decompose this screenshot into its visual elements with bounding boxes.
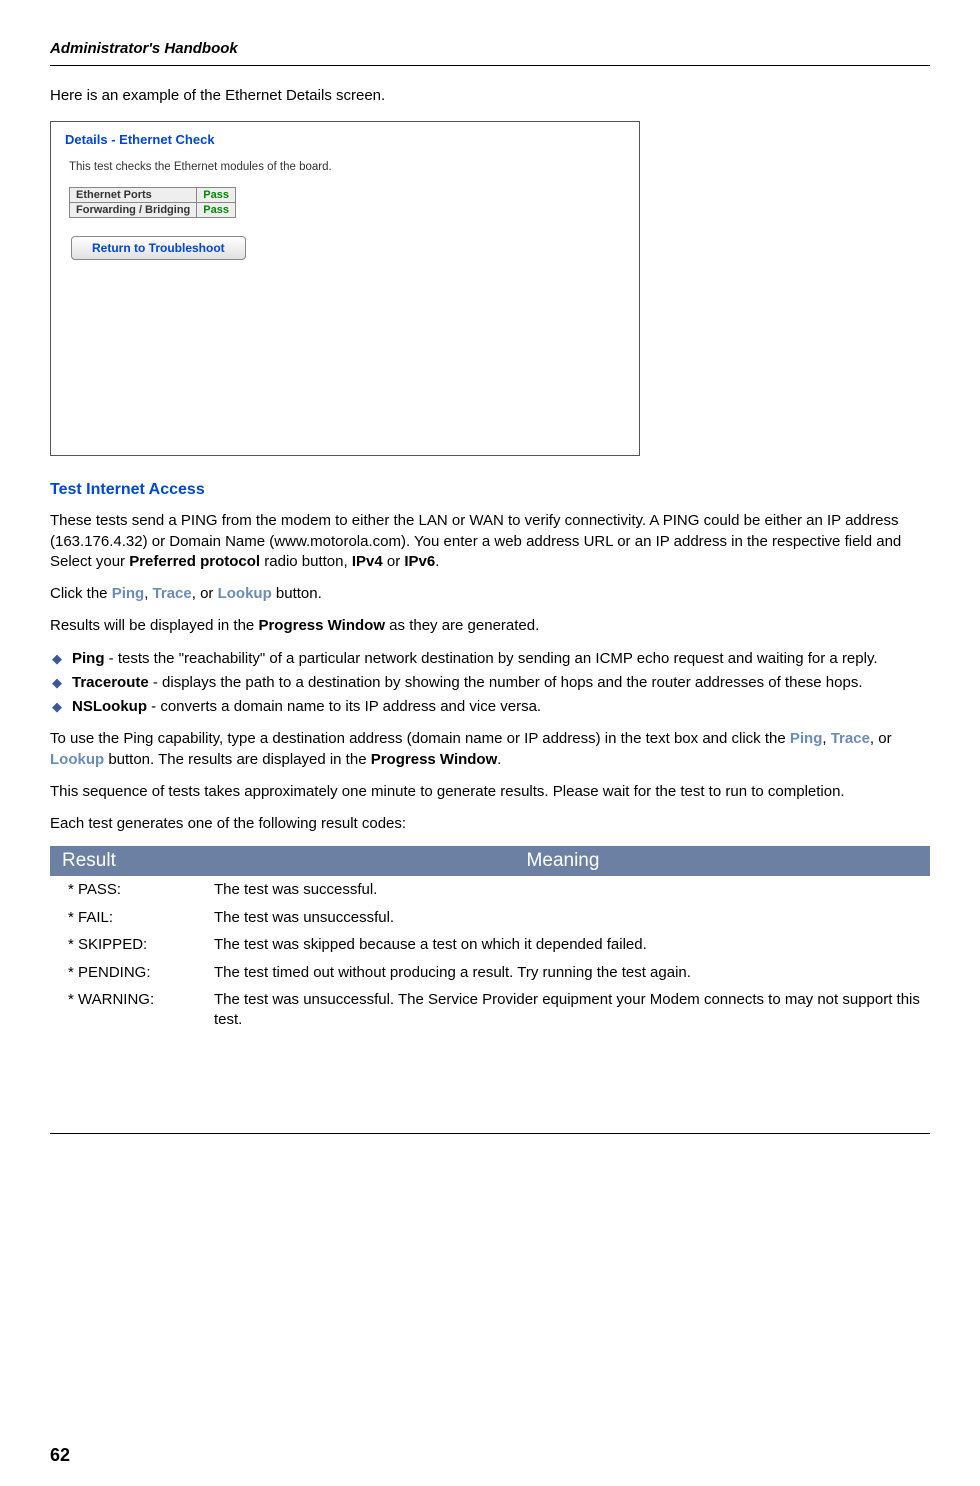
body-paragraph: To use the Ping capability, type a desti… — [50, 729, 930, 770]
trace-label: Trace — [831, 730, 870, 747]
bullet-term: NSLookup — [72, 698, 147, 715]
text: , — [144, 585, 152, 602]
table-row: * WARNING:The test was unsuccessful. The… — [50, 986, 930, 1033]
text: radio button, — [260, 553, 352, 570]
bullet-text: - tests the "reachability" of a particul… — [105, 650, 878, 667]
cell-value: Pass — [197, 203, 236, 218]
footer-rule — [50, 1133, 930, 1134]
body-paragraph: Click the Ping, Trace, or Lookup button. — [50, 584, 930, 604]
col-header-result: Result — [50, 846, 196, 876]
cell-label: Forwarding / Bridging — [70, 203, 197, 218]
page-number: 62 — [50, 1445, 70, 1466]
body-paragraph: Each test generates one of the following… — [50, 814, 930, 834]
result-code: * PENDING: — [50, 959, 196, 987]
ethernet-details-screenshot: Details - Ethernet Check This test check… — [50, 121, 640, 456]
text: To use the Ping capability, type a desti… — [50, 730, 790, 747]
table-row: * SKIPPED:The test was skipped because a… — [50, 931, 930, 959]
text-bold: IPv6 — [404, 553, 435, 570]
result-code: * WARNING: — [50, 986, 196, 1033]
result-meaning: The test was skipped because a test on w… — [196, 931, 930, 959]
body-paragraph: Results will be displayed in the Progres… — [50, 616, 930, 636]
section-heading: Test Internet Access — [50, 481, 930, 499]
text: . — [435, 553, 439, 570]
body-paragraph: These tests send a PING from the modem t… — [50, 511, 930, 572]
result-code: * SKIPPED: — [50, 931, 196, 959]
text: button. — [272, 585, 322, 602]
text: , — [822, 730, 830, 747]
result-meaning: The test was unsuccessful. The Service P… — [196, 986, 930, 1033]
text-bold: Progress Window — [258, 617, 385, 634]
bullet-list: Ping - tests the "reachability" of a par… — [50, 649, 930, 718]
ss-title: Details - Ethernet Check — [65, 132, 625, 147]
list-item: NSLookup - converts a domain name to its… — [50, 697, 930, 717]
lookup-label: Lookup — [50, 751, 104, 768]
result-meaning: The test was successful. — [196, 876, 930, 904]
result-codes-table: Result Meaning * PASS:The test was succe… — [50, 846, 930, 1033]
text: Click the — [50, 585, 112, 602]
bullet-term: Traceroute — [72, 674, 149, 691]
lookup-label: Lookup — [218, 585, 272, 602]
cell-value: Pass — [197, 188, 236, 203]
result-meaning: The test timed out without producing a r… — [196, 959, 930, 987]
list-item: Ping - tests the "reachability" of a par… — [50, 649, 930, 669]
return-button[interactable]: Return to Troubleshoot — [71, 236, 246, 260]
bullet-text: - converts a domain name to its IP addre… — [147, 698, 541, 715]
col-header-meaning: Meaning — [196, 846, 930, 876]
trace-label: Trace — [153, 585, 192, 602]
text-bold: Preferred protocol — [129, 553, 260, 570]
table-row: * PASS:The test was successful. — [50, 876, 930, 904]
text: , or — [870, 730, 892, 747]
result-code: * FAIL: — [50, 904, 196, 932]
table-row: * FAIL:The test was unsuccessful. — [50, 904, 930, 932]
text: Results will be displayed in the — [50, 617, 258, 634]
text-bold: Progress Window — [371, 751, 498, 768]
bullet-text: - displays the path to a destination by … — [149, 674, 863, 691]
text: button. The results are displayed in the — [104, 751, 371, 768]
text: . — [497, 751, 501, 768]
bullet-term: Ping — [72, 650, 105, 667]
running-header: Administrator's Handbook — [50, 40, 930, 57]
ss-result-table: Ethernet Ports Pass Forwarding / Bridgin… — [69, 187, 236, 218]
ping-label: Ping — [112, 585, 145, 602]
list-item: Traceroute - displays the path to a dest… — [50, 673, 930, 693]
header-rule — [50, 65, 930, 66]
text: , or — [192, 585, 218, 602]
intro-text: Here is an example of the Ethernet Detai… — [50, 86, 930, 106]
table-row: Forwarding / Bridging Pass — [70, 203, 236, 218]
ping-label: Ping — [790, 730, 823, 747]
text: as they are generated. — [385, 617, 539, 634]
result-code: * PASS: — [50, 876, 196, 904]
text: or — [383, 553, 405, 570]
text-bold: IPv4 — [352, 553, 383, 570]
ss-desc: This test checks the Ethernet modules of… — [69, 161, 625, 173]
body-paragraph: This sequence of tests takes approximate… — [50, 782, 930, 802]
table-row: Ethernet Ports Pass — [70, 188, 236, 203]
result-meaning: The test was unsuccessful. — [196, 904, 930, 932]
cell-label: Ethernet Ports — [70, 188, 197, 203]
table-row: * PENDING:The test timed out without pro… — [50, 959, 930, 987]
